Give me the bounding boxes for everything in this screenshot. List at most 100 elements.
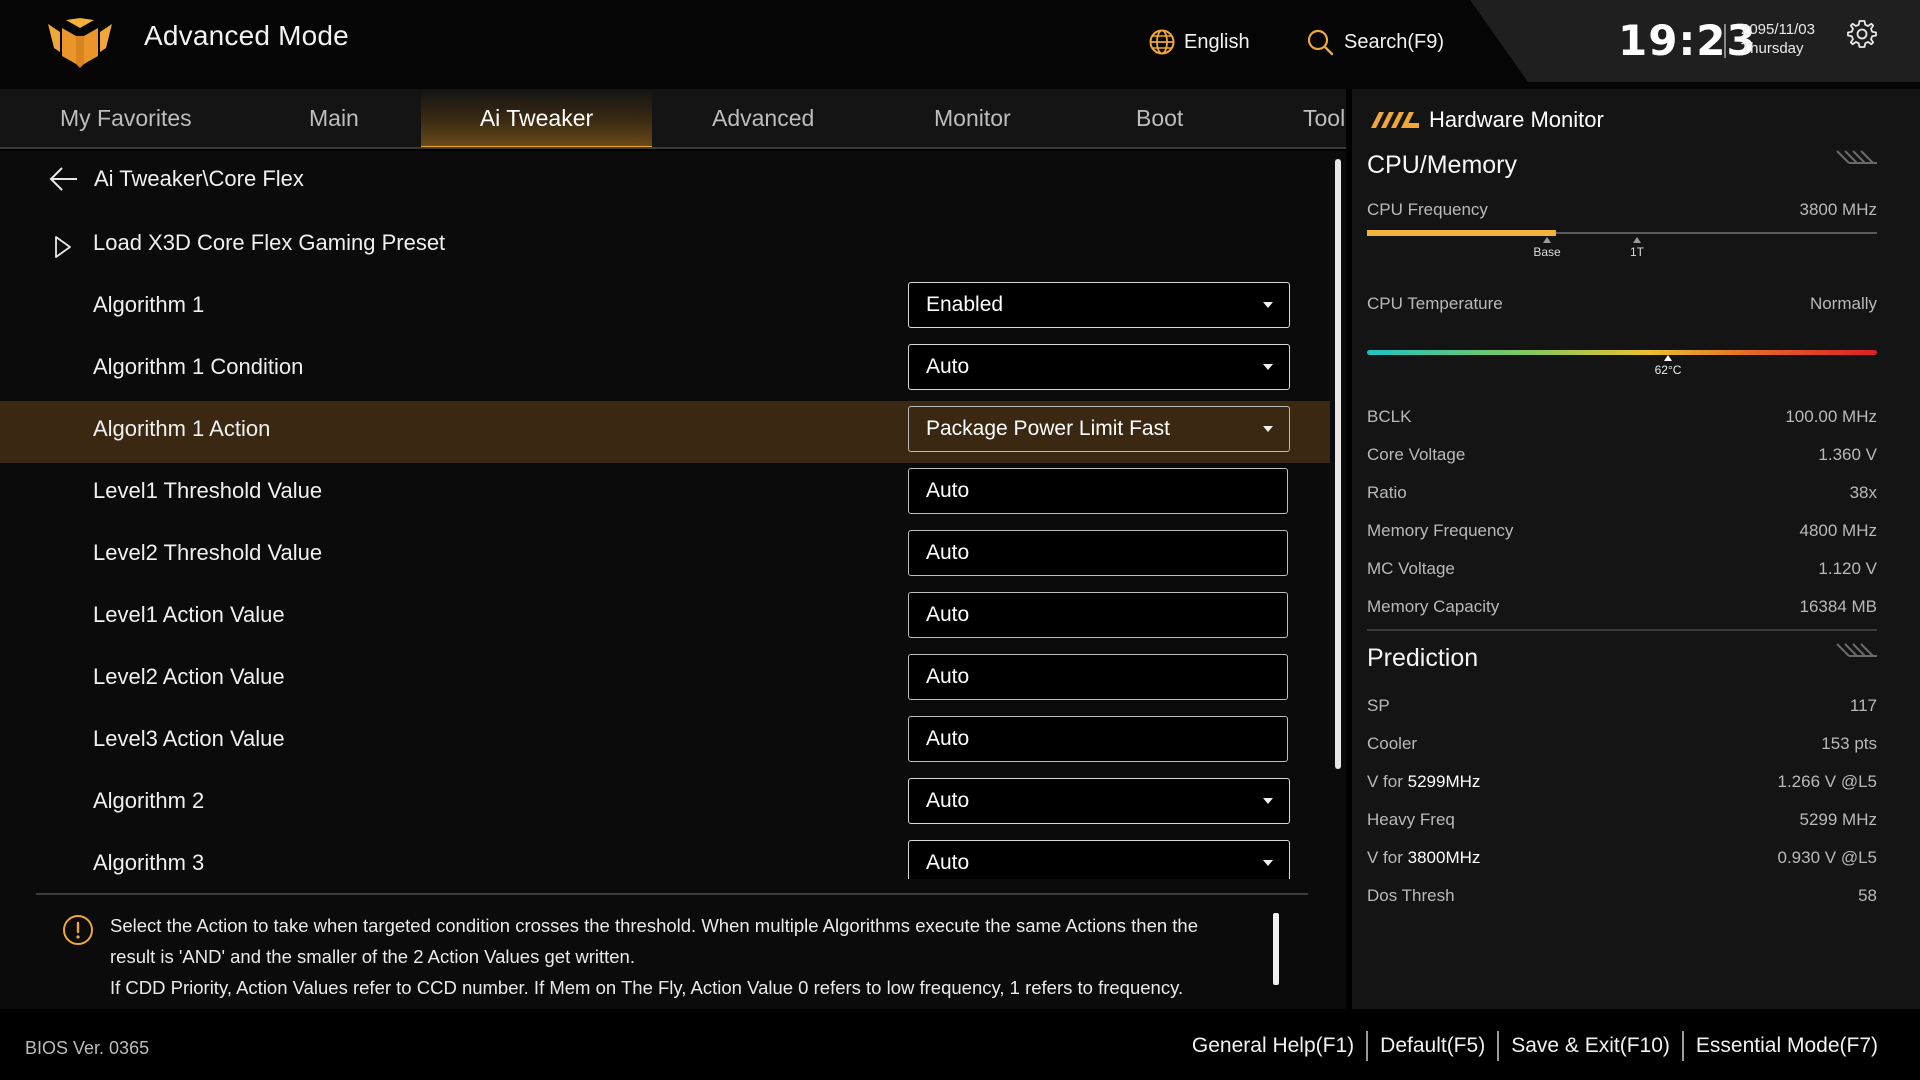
v-prefix: V for [1367, 772, 1408, 791]
dos-thresh-row: Dos Thresh 58 [1367, 886, 1877, 910]
footer-actions: General Help(F1) Default(F5) Save & Exit… [1180, 1031, 1890, 1061]
dropdown-caret-icon [1263, 364, 1273, 370]
tab-tool[interactable]: Tool [1303, 89, 1345, 147]
prediction-section-title: Prediction [1367, 644, 1479, 672]
base-marker-label: Base [1533, 245, 1561, 259]
save-exit-button[interactable]: Save & Exit(F10) [1499, 1034, 1682, 1058]
setting-row-level2-action: Level2 Action Value Auto [0, 649, 1330, 711]
cpu-temperature-label: CPU Temperature [1367, 294, 1503, 313]
top-header: Advanced Mode English Search(F9) 19:23 2… [0, 0, 1920, 89]
setting-label: Algorithm 1 Condition [93, 354, 304, 379]
v-frequency: 3800MHz [1407, 848, 1481, 867]
stat-value: 16384 MB [1799, 597, 1878, 616]
setting-label: Algorithm 1 Action [93, 416, 271, 441]
heavy-freq-row: Heavy Freq 5299 MHz [1367, 810, 1877, 834]
dropdown-value: Package Power Limit Fast [926, 417, 1170, 440]
ratio-row: Ratio 38x [1367, 483, 1877, 507]
main-tabs: My Favorites Main Ai Tweaker Advanced Mo… [0, 89, 1346, 149]
algorithm-2-dropdown[interactable]: Auto [908, 778, 1290, 824]
marker-triangle-icon [1633, 237, 1641, 243]
memory-frequency-row: Memory Frequency 4800 MHz [1367, 521, 1877, 545]
level1-action-input[interactable]: Auto [908, 592, 1288, 638]
cooler-row: Cooler 153 pts [1367, 734, 1877, 758]
setting-label: Algorithm 1 [93, 292, 205, 317]
algorithm-1-action-dropdown[interactable]: Package Power Limit Fast [908, 406, 1290, 452]
algorithm-3-dropdown[interactable]: Auto [908, 840, 1290, 879]
marker-triangle-icon [1664, 355, 1672, 361]
stat-label: MC Voltage [1367, 559, 1455, 578]
help-line-3: If CDD Priority, Action Values refer to … [110, 977, 1184, 998]
cpu-memory-section-title: CPU/Memory [1367, 151, 1518, 179]
essential-mode-button[interactable]: Essential Mode(F7) [1684, 1034, 1890, 1058]
scrollbar-thumb[interactable] [1335, 159, 1341, 769]
clock-time: 19:23 [1618, 16, 1757, 65]
setting-label: Level2 Action Value [93, 664, 285, 689]
v-for-3800-row: V for 3800MHz 0.930 V @L5 [1367, 848, 1877, 872]
setting-row-algorithm-1-action[interactable]: Algorithm 1 Action Package Power Limit F… [0, 401, 1330, 463]
input-value: Auto [926, 479, 970, 502]
monitor-stripes-icon [1371, 112, 1419, 128]
input-value: Auto [926, 727, 970, 750]
hardware-monitor-panel: Hardware Monitor CPU/Memory CPU Frequenc… [1352, 89, 1920, 1009]
stat-label: SP [1367, 696, 1390, 715]
cpu-frequency-fill [1367, 230, 1556, 236]
setting-row-level1-action: Level1 Action Value Auto [0, 587, 1330, 649]
algorithm-1-dropdown[interactable]: Enabled [908, 282, 1290, 328]
help-scrollbar-thumb[interactable] [1273, 913, 1279, 985]
tab-advanced[interactable]: Advanced [712, 89, 814, 147]
help-line-2: result is 'AND' and the smaller of the 2… [110, 946, 635, 967]
tab-boot[interactable]: Boot [1136, 89, 1183, 147]
default-button[interactable]: Default(F5) [1368, 1034, 1497, 1058]
setting-row-algorithm-1: Algorithm 1 Enabled [0, 277, 1330, 339]
tab-my-favorites[interactable]: My Favorites [60, 89, 192, 147]
stat-label: Heavy Freq [1367, 810, 1455, 829]
setting-row-level2-threshold: Level2 Threshold Value Auto [0, 525, 1330, 587]
stat-value: 1.120 V [1818, 559, 1877, 578]
v-for-5299-row: V for 5299MHz 1.266 V @L5 [1367, 772, 1877, 796]
tab-monitor[interactable]: Monitor [934, 89, 1011, 147]
cpu-temperature-value: 62°C [1654, 363, 1682, 377]
setting-label: Algorithm 3 [93, 850, 205, 875]
search-label: Search(F9) [1344, 30, 1445, 53]
setting-label: Level1 Threshold Value [93, 478, 323, 503]
level3-action-input[interactable]: Auto [908, 716, 1288, 762]
language-selector[interactable]: English [1148, 28, 1250, 56]
setting-row-algorithm-2: Algorithm 2 Auto [0, 773, 1330, 835]
day-text: Thursday [1741, 40, 1804, 57]
gear-icon[interactable] [1846, 18, 1878, 50]
1t-marker-label: 1T [1629, 245, 1644, 259]
dropdown-value: Auto [926, 789, 970, 812]
stat-label: Core Voltage [1367, 445, 1466, 464]
input-value: Auto [926, 603, 970, 626]
level2-threshold-input[interactable]: Auto [908, 530, 1288, 576]
stat-value: 117 [1849, 696, 1877, 715]
stat-label: Memory Frequency [1367, 521, 1514, 540]
stat-value: 1.266 V @L5 [1777, 772, 1878, 791]
stat-value: 100.00 MHz [1785, 407, 1877, 426]
setting-label: Level3 Action Value [93, 726, 285, 751]
tab-main[interactable]: Main [309, 89, 359, 147]
core-voltage-row: Core Voltage 1.360 V [1367, 445, 1877, 469]
dropdown-value: Auto [926, 851, 970, 874]
back-arrow-icon [49, 167, 77, 191]
breadcrumb: Ai Tweaker\Core Flex [94, 166, 304, 191]
level2-action-input[interactable]: Auto [908, 654, 1288, 700]
cpu-temperature-marker: 62°C [1646, 355, 1690, 377]
footer-bar: BIOS Ver. 0365 General Help(F1) Default(… [0, 1009, 1920, 1080]
cpu-frequency-label: CPU Frequency [1367, 200, 1488, 219]
algorithm-1-condition-dropdown[interactable]: Auto [908, 344, 1290, 390]
language-label: English [1184, 30, 1250, 53]
stat-label: Dos Thresh [1367, 886, 1455, 905]
globe-icon [1149, 29, 1175, 55]
v-frequency: 5299MHz [1407, 772, 1481, 791]
back-button[interactable]: Ai Tweaker\Core Flex [48, 165, 304, 193]
load-preset-row[interactable]: Load X3D Core Flex Gaming Preset [0, 215, 1330, 277]
section-hatch-icon [1836, 643, 1877, 657]
general-help-button[interactable]: General Help(F1) [1180, 1034, 1366, 1058]
bios-version: BIOS Ver. 0365 [25, 1038, 150, 1058]
clock-divider [1724, 24, 1726, 58]
search-button[interactable]: Search(F9) [1306, 28, 1444, 56]
level1-threshold-input[interactable]: Auto [908, 468, 1288, 514]
help-line-1: Select the Action to take when targeted … [110, 915, 1199, 936]
tab-ai-tweaker[interactable]: Ai Tweaker [421, 89, 652, 147]
